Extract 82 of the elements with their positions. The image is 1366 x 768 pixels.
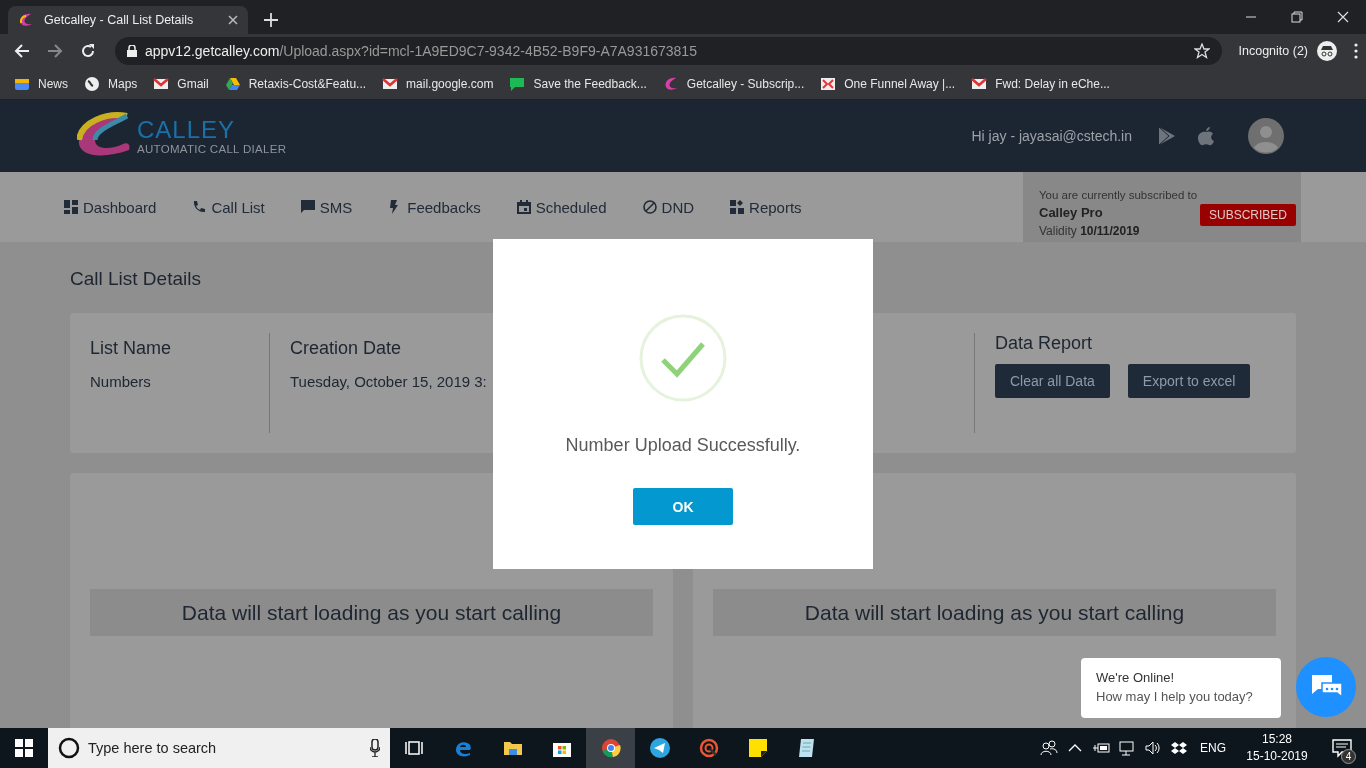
chrome-icon[interactable] <box>586 728 635 768</box>
apple-icon[interactable] <box>1198 126 1214 146</box>
tab-title: Getcalley - Call List Details <box>44 13 195 27</box>
nav-link[interactable]: Reports <box>730 198 802 216</box>
dialog-message: Number Upload Successfully. <box>565 435 801 456</box>
user-greeting: Hi jay - jayasai@cstech.in <box>971 128 1132 144</box>
validity-text: Validity 10/11/2019 <box>1039 224 1141 238</box>
chat-bubble[interactable]: We're Online! How may I help you today? <box>1081 658 1281 718</box>
field-label: Creation Date <box>290 338 403 359</box>
field-label: List Name <box>90 338 173 359</box>
url-text: appv12.getcalley.com/Upload.aspx?id=mcl-1A9ED9C7-9342-4B52-B9F9-A7A931673815 <box>145 43 697 59</box>
brand-tagline: AUTOMATIC CALL DIALER <box>137 143 287 155</box>
address-bar[interactable]: appv12.getcalley.com/Upload.aspx?id=mcl-1A9ED9C7-9342-4B52-B9F9-A7A931673815 <box>115 37 1222 65</box>
star-icon[interactable] <box>1193 43 1210 59</box>
language-indicator[interactable]: ENG <box>1200 741 1226 755</box>
back-arrow-icon[interactable] <box>14 43 30 59</box>
restore-icon[interactable] <box>1291 11 1303 23</box>
field-value: Tuesday, October 15, 2019 3: <box>290 373 488 390</box>
action-button[interactable]: Export to excel <box>1127 364 1251 398</box>
nav-link[interactable]: Dashboard <box>64 198 157 216</box>
nav-link[interactable]: SMS <box>300 198 353 216</box>
mail-icon <box>382 75 399 92</box>
phone-icon <box>192 200 207 214</box>
calendar-icon <box>516 200 531 214</box>
nav-link[interactable]: DND <box>642 198 695 216</box>
nav-link[interactable]: Feedbacks <box>388 198 481 216</box>
mail-icon <box>971 75 988 92</box>
brand-name: CALLEY <box>137 117 237 143</box>
nav-link[interactable]: Call List <box>192 198 265 216</box>
plus-icon[interactable] <box>264 13 278 27</box>
profile-label: Incognito (2) <box>1238 44 1308 58</box>
notification-count: 4 <box>1341 749 1356 764</box>
chat-icon <box>300 200 315 214</box>
subscription-text: You are currently subscribed to <box>1039 189 1199 201</box>
bookmark[interactable]: Save the Feedback... <box>509 75 647 92</box>
empty-message: Data will start loading as you start calling <box>90 589 653 636</box>
bookmark[interactable]: Gmail <box>153 75 209 92</box>
microphone-icon <box>370 739 380 757</box>
bookmark[interactable]: One Funnel Away |... <box>820 75 956 92</box>
bookmark[interactable]: mail.google.com <box>382 75 494 92</box>
mail-icon <box>153 75 170 92</box>
notification-icon[interactable] <box>1332 738 1352 758</box>
speaker-icon[interactable] <box>1144 739 1162 757</box>
forward-arrow-icon[interactable] <box>47 43 63 59</box>
logo-icon <box>18 12 34 28</box>
chat-icon[interactable] <box>1296 657 1356 717</box>
action-button[interactable]: Clear all Data <box>995 364 1110 398</box>
plan-name: Calley Pro <box>1039 205 1104 220</box>
prohibited-icon <box>642 200 657 214</box>
more-icon[interactable] <box>1354 43 1358 59</box>
empty-message: Data will start loading as you start calling <box>713 589 1276 636</box>
subscribed-badge: SUBSCRIBED <box>1199 204 1296 226</box>
bookmark[interactable]: Fwd: Delay in eChe... <box>971 75 1110 92</box>
close-icon[interactable] <box>228 15 238 25</box>
page-title: Call List Details <box>70 267 202 291</box>
bookmark[interactable]: News <box>14 75 68 92</box>
dropbox-icon[interactable] <box>1170 739 1188 757</box>
network-icon[interactable] <box>1118 739 1136 757</box>
field-value: Numbers <box>90 373 152 390</box>
section-title: Data Report <box>995 333 1094 354</box>
checkmark-icon <box>639 314 727 402</box>
browser-tab[interactable]: Getcalley - Call List Details <box>8 6 248 34</box>
lock-icon <box>127 45 137 57</box>
chat-subtitle: How may I help you today? <box>1096 689 1254 704</box>
avatar-icon[interactable] <box>1248 118 1284 154</box>
bookmark[interactable]: Retaxis-Cost&Featu... <box>224 75 367 92</box>
play-store-icon[interactable] <box>1158 126 1176 146</box>
reload-icon[interactable] <box>80 43 96 59</box>
chat-title: We're Online! <box>1096 670 1176 685</box>
nav-link[interactable]: Scheduled <box>516 198 607 216</box>
close-icon[interactable] <box>1337 11 1349 23</box>
clock[interactable]: 15:28 15-10-2019 <box>1236 731 1318 765</box>
incognito-icon[interactable] <box>1317 41 1337 61</box>
bookmark[interactable]: Maps <box>84 75 138 92</box>
reports-icon <box>730 200 745 214</box>
search-field[interactable]: Type here to search <box>48 728 390 768</box>
chat-icon <box>509 75 526 92</box>
bookmark[interactable]: Getcalley - Subscrip... <box>662 75 805 92</box>
dashboard-icon <box>64 200 78 214</box>
search-icon <box>58 737 80 759</box>
drive-icon <box>224 75 241 92</box>
people-icon[interactable] <box>1040 739 1058 757</box>
